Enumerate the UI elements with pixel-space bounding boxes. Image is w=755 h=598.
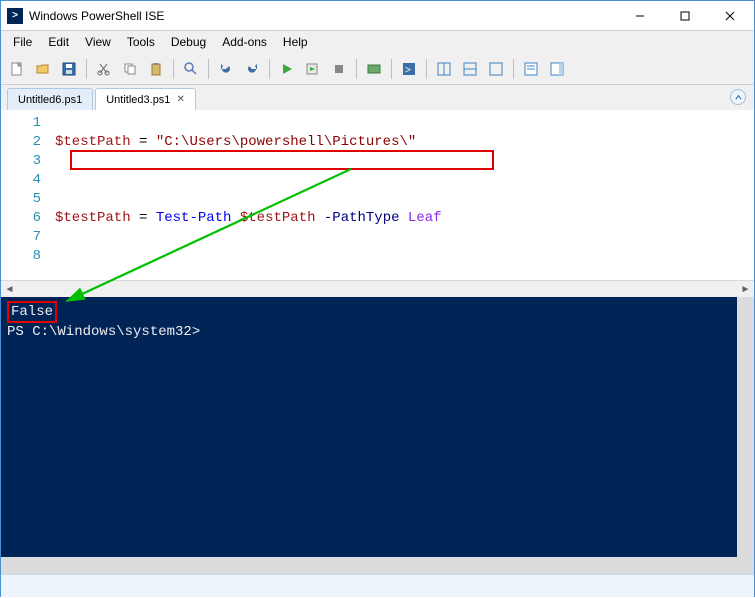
script-editor[interactable]: 1 2 3 4 5 6 7 8 $testPath = "C:\Users\po… [1, 110, 754, 280]
menubar: File Edit View Tools Debug Add-ons Help [1, 31, 754, 53]
tab-label: Untitled6.ps1 [18, 94, 82, 106]
console-hscrollbar[interactable] [1, 557, 754, 574]
menu-debug[interactable]: Debug [163, 33, 214, 51]
window-title: Windows PowerShell ISE [29, 9, 617, 23]
layout3-icon[interactable] [484, 57, 508, 81]
console-vscrollbar[interactable] [737, 297, 754, 557]
separator [208, 59, 209, 79]
collapse-script-pane-icon[interactable] [730, 89, 746, 105]
maximize-button[interactable] [662, 1, 707, 30]
console-output: False [7, 301, 57, 323]
toolbar: > [1, 53, 754, 85]
menu-view[interactable]: View [77, 33, 119, 51]
menu-tools[interactable]: Tools [119, 33, 163, 51]
code-area[interactable]: $testPath = "C:\Users\powershell\Picture… [51, 110, 754, 280]
scroll-left-icon[interactable]: ◄ [1, 281, 18, 298]
close-button[interactable] [707, 1, 752, 30]
commands-icon[interactable] [519, 57, 543, 81]
separator [513, 59, 514, 79]
new-icon[interactable] [5, 57, 29, 81]
paste-icon[interactable] [144, 57, 168, 81]
powershell-icon[interactable]: > [397, 57, 421, 81]
menu-addons[interactable]: Add-ons [214, 33, 275, 51]
titlebar: > Windows PowerShell ISE [1, 1, 754, 31]
menu-edit[interactable]: Edit [40, 33, 77, 51]
undo-icon[interactable] [214, 57, 238, 81]
layout1-icon[interactable] [432, 57, 456, 81]
tab-untitled3[interactable]: Untitled3.ps1 ✕ [95, 88, 196, 110]
run-icon[interactable] [275, 57, 299, 81]
find-icon[interactable] [179, 57, 203, 81]
save-icon[interactable] [57, 57, 81, 81]
svg-text:>: > [405, 65, 411, 76]
copy-icon[interactable] [118, 57, 142, 81]
tab-untitled6[interactable]: Untitled6.ps1 [7, 88, 93, 110]
redo-icon[interactable] [240, 57, 264, 81]
editor-hscrollbar[interactable]: ◄ ► [1, 280, 754, 297]
separator [426, 59, 427, 79]
open-icon[interactable] [31, 57, 55, 81]
app-icon: > [7, 8, 23, 24]
separator [173, 59, 174, 79]
separator [391, 59, 392, 79]
remote-icon[interactable] [362, 57, 386, 81]
separator [269, 59, 270, 79]
line-gutter: 1 2 3 4 5 6 7 8 [1, 110, 51, 280]
separator [86, 59, 87, 79]
separator [356, 59, 357, 79]
menu-file[interactable]: File [5, 33, 40, 51]
scroll-right-icon[interactable]: ► [737, 281, 754, 298]
minimize-button[interactable] [617, 1, 662, 30]
statusbar [1, 574, 754, 597]
tab-label: Untitled3.ps1 [106, 94, 170, 106]
window-controls [617, 1, 752, 30]
console-pane[interactable]: False PS C:\Windows\system32> [1, 297, 754, 557]
run-selection-icon[interactable] [301, 57, 325, 81]
menu-help[interactable]: Help [275, 33, 316, 51]
addon-icon[interactable] [545, 57, 569, 81]
tab-close-icon[interactable]: ✕ [176, 94, 184, 105]
console-prompt: PS C:\Windows\system32> [7, 324, 200, 340]
stop-icon[interactable] [327, 57, 351, 81]
layout2-icon[interactable] [458, 57, 482, 81]
tab-strip: Untitled6.ps1 Untitled3.ps1 ✕ [1, 85, 754, 110]
cut-icon[interactable] [92, 57, 116, 81]
